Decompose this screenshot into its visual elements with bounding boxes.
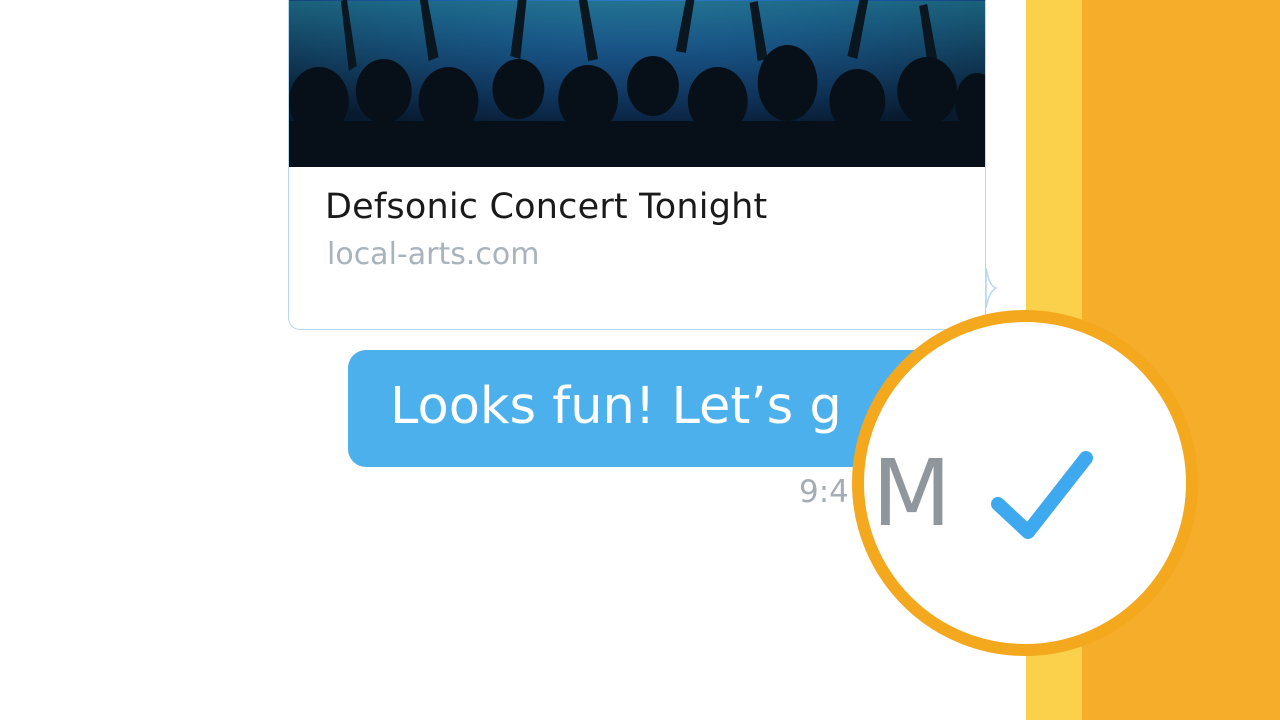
card-bubble-tail: [985, 268, 998, 308]
concert-crowd-image: [289, 0, 985, 167]
link-preview-card[interactable]: Defsonic Concert Tonight local-arts.com: [288, 0, 986, 330]
link-preview-domain[interactable]: local-arts.com: [327, 237, 539, 272]
message-timestamp: 9:4: [799, 474, 849, 510]
concert-crowd-illustration: [289, 0, 985, 167]
magnifier-circle: M: [852, 310, 1198, 656]
link-preview-title[interactable]: Defsonic Concert Tonight: [325, 187, 767, 227]
chat-screen: Defsonic Concert Tonight local-arts.com …: [0, 0, 1280, 720]
zoomed-timestamp-fragment: M: [872, 440, 951, 547]
read-check-icon: [991, 451, 1093, 539]
message-text: Looks fun! Let’s g: [390, 377, 842, 436]
